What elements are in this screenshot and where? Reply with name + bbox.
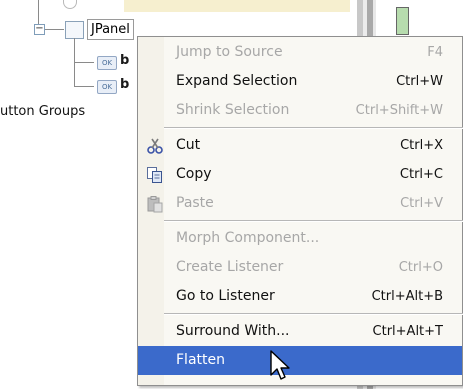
menu-item-label: Paste — [176, 195, 214, 211]
tree-node-button-2[interactable]: b — [120, 77, 129, 92]
menu-item-shortcut: Ctrl+Alt+T — [372, 324, 443, 339]
tree-connector — [74, 86, 94, 87]
menu-item-flatten[interactable]: Flatten — [138, 346, 462, 375]
menu-item-copy[interactable]: Copy Ctrl+C — [138, 160, 462, 189]
menu-item-label: Morph Component... — [176, 230, 320, 246]
menu-separator — [164, 313, 463, 315]
menu-item-expand-selection[interactable]: Expand Selection Ctrl+W — [138, 67, 462, 96]
paste-icon — [147, 196, 163, 213]
highlight-stripe — [124, 0, 350, 12]
menu-item-shrink-selection[interactable]: Shrink Selection Ctrl+Shift+W — [138, 96, 462, 125]
tree-connector — [44, 29, 64, 30]
menu-item-shortcut: Ctrl+Shift+W — [355, 103, 443, 118]
menu-item-label: Cut — [176, 137, 201, 153]
context-menu: Jump to Source F4 Expand Selection Ctrl+… — [137, 36, 463, 386]
menu-item-shortcut: Ctrl+W — [396, 74, 443, 89]
menu-item-label: Go to Listener — [176, 288, 275, 304]
button-component-icon: OK — [97, 56, 117, 70]
collapse-toggle-icon[interactable]: − — [34, 24, 45, 35]
tree-node-button-groups[interactable]: utton Groups — [0, 104, 85, 119]
menu-item-label: Flatten — [176, 352, 225, 368]
mouse-pointer-icon — [270, 350, 290, 380]
menu-item-shortcut: Ctrl+C — [399, 167, 443, 182]
menu-item-label: Copy — [176, 166, 212, 182]
menu-item-label: Create Listener — [176, 259, 284, 275]
menu-item-create-listener[interactable]: Create Listener Ctrl+O — [138, 253, 462, 282]
tree-node-button-1[interactable]: b — [120, 53, 129, 68]
menu-item-morph-component[interactable]: Morph Component... — [138, 224, 462, 253]
jpanel-icon — [65, 21, 84, 39]
palette-marker — [396, 7, 409, 35]
menu-item-shortcut: Ctrl+X — [400, 138, 443, 153]
menu-item-go-to-listener[interactable]: Go to Listener Ctrl+Alt+B — [138, 282, 462, 311]
menu-item-paste[interactable]: Paste Ctrl+V — [138, 189, 462, 218]
menu-item-label: Shrink Selection — [176, 102, 290, 118]
menu-item-shortcut: Ctrl+Alt+B — [371, 289, 443, 304]
menu-item-jump-to-source[interactable]: Jump to Source F4 — [138, 38, 462, 67]
tree-node-circle-icon — [63, 0, 77, 9]
tree-node-jpanel[interactable]: JPanel — [87, 19, 134, 40]
menu-item-cut[interactable]: Cut Ctrl+X — [138, 131, 462, 160]
menu-item-shortcut: Ctrl+V — [400, 196, 443, 211]
button-component-icon: OK — [97, 80, 117, 94]
tree-connector — [38, 0, 39, 24]
menu-item-label: Expand Selection — [176, 73, 298, 89]
menu-separator — [164, 127, 463, 129]
menu-separator — [164, 220, 463, 222]
menu-item-label: Jump to Source — [176, 44, 283, 60]
menu-item-shortcut: Ctrl+O — [398, 260, 443, 275]
tree-connector — [74, 62, 94, 63]
menu-item-shortcut: F4 — [427, 45, 443, 60]
menu-item-surround-with[interactable]: Surround With... Ctrl+Alt+T — [138, 317, 462, 346]
menu-item-label: Surround With... — [176, 323, 290, 339]
copy-icon — [147, 167, 162, 183]
scissors-icon — [147, 138, 163, 154]
